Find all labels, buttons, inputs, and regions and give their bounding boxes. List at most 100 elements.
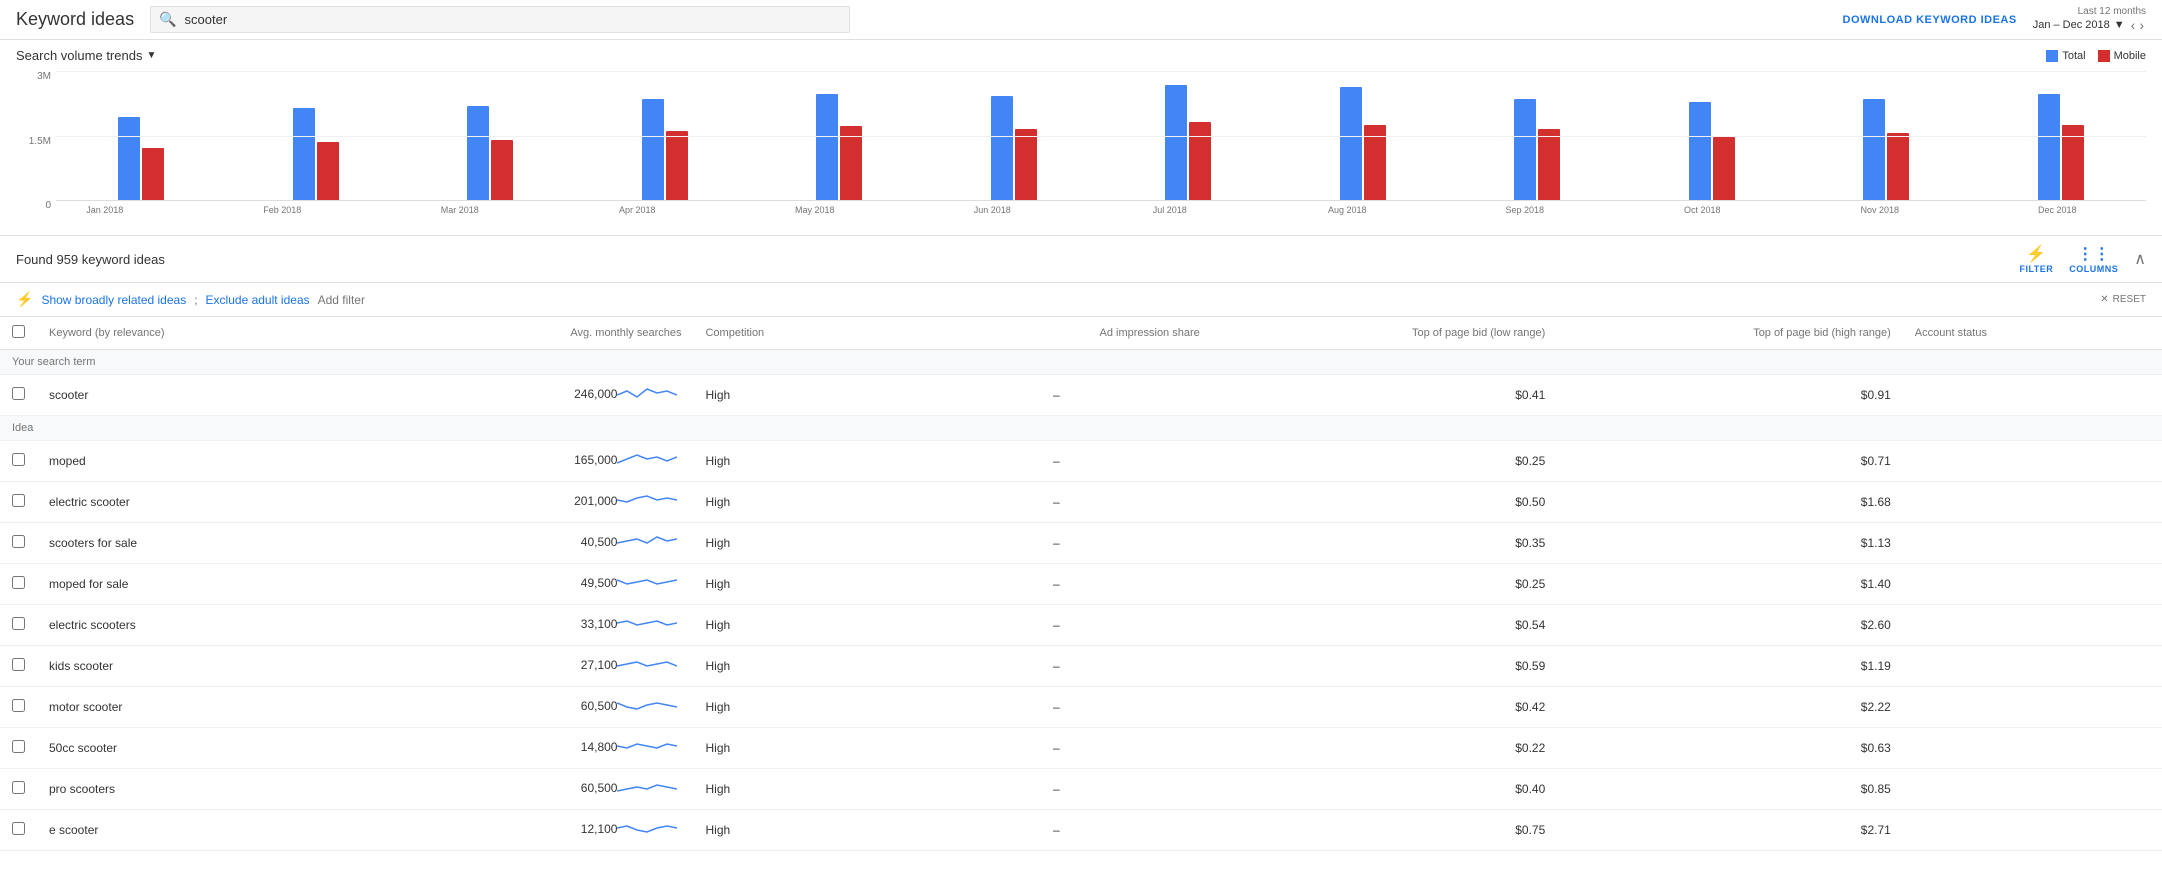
- y-label-bottom: 0: [16, 200, 51, 211]
- cell-competition: High: [693, 523, 900, 564]
- cell-impression: –: [901, 482, 1212, 523]
- chart-title-toggle[interactable]: Search volume trends ▼: [16, 48, 156, 63]
- cell-impression: –: [901, 810, 1212, 851]
- cell-searches: 49,500: [383, 564, 694, 605]
- cell-searches: 60,500: [383, 769, 694, 810]
- cell-account: [1903, 441, 2162, 482]
- row-checkbox[interactable]: [12, 658, 25, 671]
- row-checkbox[interactable]: [12, 494, 25, 507]
- row-checkbox[interactable]: [12, 576, 25, 589]
- th-competition: Competition: [693, 317, 900, 350]
- next-period-button[interactable]: ›: [2137, 17, 2146, 33]
- bar-total[interactable]: [118, 117, 140, 200]
- filter-icon: ⚡: [2026, 244, 2046, 264]
- sparkline: [617, 576, 681, 590]
- bar-mobile[interactable]: [317, 142, 339, 200]
- bar-total[interactable]: [816, 94, 838, 200]
- legend-total: Total: [2046, 50, 2085, 62]
- bar-total[interactable]: [1340, 87, 1362, 200]
- cell-keyword: pro scooters: [37, 769, 383, 810]
- row-select-cell: [0, 728, 37, 769]
- row-select-cell: [0, 482, 37, 523]
- row-checkbox[interactable]: [12, 535, 25, 548]
- cell-bid-high: $1.40: [1557, 564, 1903, 605]
- bar-mobile[interactable]: [142, 148, 164, 200]
- search-count: 40,500: [581, 535, 618, 549]
- legend-mobile-label: Mobile: [2114, 50, 2146, 62]
- table-container: Keyword (by relevance) Avg. monthly sear…: [0, 317, 2162, 851]
- bar-mobile[interactable]: [1713, 137, 1735, 200]
- th-searches: Avg. monthly searches: [383, 317, 694, 350]
- cell-searches: 40,500: [383, 523, 694, 564]
- row-select-cell: [0, 687, 37, 728]
- bar-total[interactable]: [1514, 99, 1536, 200]
- row-checkbox[interactable]: [12, 822, 25, 835]
- cell-searches: 60,500: [383, 687, 694, 728]
- row-checkbox[interactable]: [12, 387, 25, 400]
- row-checkbox[interactable]: [12, 453, 25, 466]
- bar-total[interactable]: [642, 99, 664, 200]
- cell-impression: –: [901, 728, 1212, 769]
- bar-mobile[interactable]: [1189, 122, 1211, 200]
- date-range-selector[interactable]: Jan – Dec 2018 ▼ ‹ ›: [2033, 17, 2146, 33]
- chart-bar-group: [1103, 85, 1274, 200]
- bar-mobile[interactable]: [1538, 129, 1560, 200]
- sparkline: [617, 494, 681, 508]
- cell-competition: High: [693, 605, 900, 646]
- search-count: 27,100: [581, 658, 618, 672]
- row-checkbox[interactable]: [12, 740, 25, 753]
- chart-y-axis: 3M 1.5M 0: [16, 71, 51, 211]
- cell-competition: High: [693, 482, 900, 523]
- collapse-button[interactable]: ∧: [2134, 249, 2146, 269]
- bar-mobile[interactable]: [491, 140, 513, 200]
- cell-searches: 201,000: [383, 482, 694, 523]
- chart-x-label: Sep 2018: [1436, 205, 1614, 215]
- bar-total[interactable]: [293, 108, 315, 200]
- table-section-row: Idea: [0, 416, 2162, 441]
- search-count: 246,000: [574, 387, 617, 401]
- chart-x-label: Nov 2018: [1791, 205, 1969, 215]
- cell-keyword: moped: [37, 441, 383, 482]
- table-row: motor scooter60,500High–$0.42$2.22: [0, 687, 2162, 728]
- reset-button[interactable]: ✕ RESET: [2100, 294, 2146, 305]
- cell-account: [1903, 564, 2162, 605]
- bar-mobile[interactable]: [666, 131, 688, 200]
- cell-bid-low: $0.25: [1212, 441, 1558, 482]
- bar-mobile[interactable]: [840, 126, 862, 200]
- bar-mobile[interactable]: [1887, 133, 1909, 200]
- download-button[interactable]: DOWNLOAD KEYWORD IDEAS: [1843, 14, 2017, 26]
- bar-total[interactable]: [1165, 85, 1187, 200]
- search-input[interactable]: [185, 12, 842, 27]
- bar-total[interactable]: [1863, 99, 1885, 200]
- cell-bid-low: $0.35: [1212, 523, 1558, 564]
- select-all-checkbox[interactable]: [12, 325, 25, 338]
- row-checkbox[interactable]: [12, 617, 25, 630]
- chart-bar-group: [1976, 94, 2147, 200]
- cell-competition: High: [693, 564, 900, 605]
- filter-button[interactable]: ⚡ FILTER: [2019, 244, 2053, 274]
- columns-button[interactable]: ⋮⋮ COLUMNS: [2069, 244, 2118, 274]
- filter-broadly-related[interactable]: Show broadly related ideas: [41, 293, 186, 307]
- bar-mobile[interactable]: [1015, 129, 1037, 200]
- legend-total-color: [2046, 50, 2058, 62]
- row-select-cell: [0, 375, 37, 416]
- bar-total[interactable]: [991, 96, 1013, 200]
- th-select-all[interactable]: [0, 317, 37, 350]
- chart-x-label: Mar 2018: [371, 205, 549, 215]
- sparkline: [617, 822, 681, 836]
- row-checkbox[interactable]: [12, 699, 25, 712]
- cell-keyword: e scooter: [37, 810, 383, 851]
- row-select-cell: [0, 605, 37, 646]
- prev-period-button[interactable]: ‹: [2129, 17, 2138, 33]
- bar-total[interactable]: [1689, 102, 1711, 200]
- cell-searches: 165,000: [383, 441, 694, 482]
- bar-total[interactable]: [2038, 94, 2060, 200]
- add-filter-button[interactable]: Add filter: [318, 293, 365, 307]
- row-checkbox[interactable]: [12, 781, 25, 794]
- cell-keyword: scooter: [37, 375, 383, 416]
- filter-exclude-adult[interactable]: Exclude adult ideas: [206, 293, 310, 307]
- y-label-top: 3M: [16, 71, 51, 82]
- bar-total[interactable]: [467, 106, 489, 200]
- cell-account: [1903, 687, 2162, 728]
- cell-bid-high: $2.60: [1557, 605, 1903, 646]
